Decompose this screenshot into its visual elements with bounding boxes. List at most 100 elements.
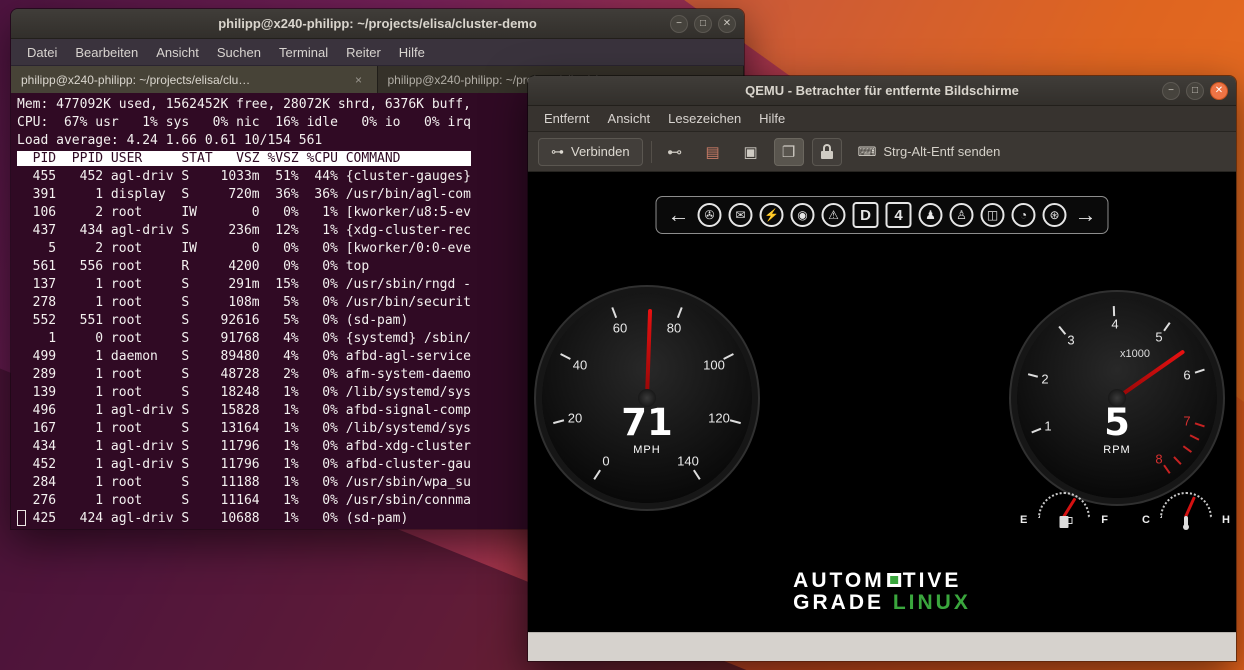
tab-label: philipp@x240-philipp: ~/projects/elisa/c… bbox=[21, 73, 345, 87]
temperature-gauge: C H bbox=[1138, 490, 1234, 528]
fuel-pump-icon bbox=[1060, 516, 1069, 528]
connect-icon: ⊶ bbox=[551, 144, 564, 160]
qemu-titlebar[interactable]: QEMU - Betrachter für entfernte Bildschi… bbox=[528, 76, 1236, 106]
qemu-window-controls: − □ ✕ bbox=[1162, 76, 1228, 105]
fuel-gauge: E F bbox=[1016, 490, 1112, 528]
message-icon[interactable]: ✉ bbox=[729, 203, 753, 227]
close-button[interactable]: ✕ bbox=[1210, 82, 1228, 100]
temp-cold-label: C bbox=[1142, 514, 1150, 526]
rpm-value: 5 bbox=[1017, 404, 1217, 441]
qemu-toolbar: ⊶ Verbinden ⊷ ▤ ▣ ❐ ⌨ Strg-Alt-Entf send… bbox=[528, 132, 1236, 172]
qemu-statusbar bbox=[528, 632, 1236, 662]
screenshot-button[interactable]: ▣ bbox=[736, 138, 766, 166]
connect-button[interactable]: ⊶ Verbinden bbox=[538, 138, 643, 166]
qemu-menu-item[interactable]: Lesezeichen bbox=[660, 108, 749, 129]
rpm-scale-note: x1000 bbox=[1120, 348, 1150, 360]
cluster-icon-bar: ← ✇ ✉ ⚡ ◉ ⚠ D4 ♟ ♙ ◫ ◔ ⊛ → bbox=[656, 196, 1109, 234]
displays-button[interactable]: ❐ bbox=[774, 138, 804, 166]
qemu-menu-item[interactable]: Entfernt bbox=[536, 108, 598, 129]
terminal-menu-item[interactable]: Ansicht bbox=[148, 42, 207, 63]
next-page-icon[interactable]: → bbox=[1074, 203, 1098, 227]
maximize-button[interactable]: □ bbox=[694, 15, 712, 33]
fuel-empty-label: E bbox=[1020, 514, 1027, 526]
agl-logo-text: TIVE bbox=[903, 569, 962, 592]
agl-logo-text-green: LINUX bbox=[893, 591, 971, 614]
rpm-tick-label: 6 bbox=[1183, 368, 1190, 383]
gear-drive-indicator[interactable]: D bbox=[853, 202, 879, 228]
minimize-button[interactable]: − bbox=[670, 15, 688, 33]
speed-tick-label: 60 bbox=[613, 321, 627, 336]
gauge-tick bbox=[1113, 306, 1115, 316]
agl-logo-text: GRADE bbox=[793, 591, 884, 614]
gauge-tick bbox=[611, 307, 617, 318]
thermometer-icon bbox=[1184, 516, 1188, 528]
speedometer-readout: 71 MPH bbox=[542, 404, 752, 456]
terminal-window-controls: − □ ✕ bbox=[670, 9, 736, 38]
gauge-tick bbox=[1058, 326, 1066, 335]
terminal-menu-item[interactable]: Reiter bbox=[338, 42, 389, 63]
terminal-menubar: DateiBearbeitenAnsichtSuchenTerminalReit… bbox=[11, 39, 744, 66]
gauge-tick-redline bbox=[1173, 456, 1181, 465]
terminal-window-title: philipp@x240-philipp: ~/projects/elisa/c… bbox=[218, 16, 537, 31]
remote-display[interactable]: ←✇✉⚡◉⚠D4♟♙◫◔⊛→ 0 20 40 60 80 100 120 140… bbox=[528, 172, 1236, 632]
disconnect-button[interactable]: ⊷ bbox=[660, 138, 690, 166]
terminal-menu-item[interactable]: Hilfe bbox=[391, 42, 433, 63]
terminal-menu-item[interactable]: Datei bbox=[19, 42, 65, 63]
qemu-menu-item[interactable]: Ansicht bbox=[600, 108, 659, 129]
gauge-tick bbox=[677, 307, 683, 318]
speed-limit-icon[interactable]: ◔ bbox=[1012, 203, 1036, 227]
parking-brake-icon[interactable]: ◉ bbox=[791, 203, 815, 227]
agl-logo-line1: AUTOMTIVE bbox=[793, 570, 971, 592]
terminal-menu-item[interactable]: Suchen bbox=[209, 42, 269, 63]
toolbar-separator bbox=[651, 141, 652, 163]
battery-icon[interactable]: ⚡ bbox=[760, 203, 784, 227]
lock-body bbox=[821, 151, 833, 159]
lane-assist-icon[interactable]: ⊛ bbox=[1043, 203, 1067, 227]
brake-warning-icon[interactable]: ⚠ bbox=[822, 203, 846, 227]
terminal-menu-item[interactable]: Bearbeiten bbox=[67, 42, 146, 63]
qemu-menubar: EntferntAnsichtLesezeichenHilfe bbox=[528, 106, 1236, 132]
gauge-tick bbox=[1195, 369, 1205, 374]
tab-close-icon[interactable]: × bbox=[351, 73, 367, 87]
rpm-tick-label: 4 bbox=[1111, 317, 1118, 332]
car-status-icon[interactable]: ✇ bbox=[698, 203, 722, 227]
terminal-cursor bbox=[17, 510, 26, 526]
speedometer-gauge: 0 20 40 60 80 100 120 140 71 MPH bbox=[542, 293, 752, 503]
gauge-tick-redline bbox=[1163, 465, 1170, 474]
qemu-viewer-window: QEMU - Betrachter für entfernte Bildschi… bbox=[527, 75, 1237, 662]
terminal-menu-item[interactable]: Terminal bbox=[271, 42, 336, 63]
speed-tick-label: 80 bbox=[667, 321, 681, 336]
passenger-icon[interactable]: ♙ bbox=[950, 203, 974, 227]
gear-number-indicator[interactable]: 4 bbox=[886, 202, 912, 228]
qemu-menu-item[interactable]: Hilfe bbox=[751, 108, 793, 129]
maximize-button[interactable]: □ bbox=[1186, 82, 1204, 100]
tachometer-readout: 5 RPM bbox=[1017, 404, 1217, 456]
send-ctrl-alt-del-button[interactable]: ⌨ Strg-Alt-Entf senden bbox=[858, 144, 1001, 160]
thermometer-bulb bbox=[1183, 524, 1189, 530]
door-ajar-icon[interactable]: ◫ bbox=[981, 203, 1005, 227]
rpm-unit: RPM bbox=[1017, 444, 1217, 456]
agl-logo-line2: GRADE LINUX bbox=[793, 592, 971, 614]
gauge-tick bbox=[560, 353, 571, 360]
agl-logo-mark-icon bbox=[887, 573, 901, 587]
agl-logo: AUTOMTIVE GRADE LINUX bbox=[793, 570, 971, 614]
rpm-tick-label: 2 bbox=[1041, 372, 1048, 387]
usb-redirect-button[interactable]: ▤ bbox=[698, 138, 728, 166]
minimize-button[interactable]: − bbox=[1162, 82, 1180, 100]
terminal-tab[interactable]: philipp@x240-philipp: ~/projects/elisa/c… bbox=[11, 66, 378, 93]
gauge-tick bbox=[593, 470, 601, 480]
gauge-tick bbox=[693, 470, 701, 480]
fuel-full-label: F bbox=[1101, 514, 1108, 526]
speed-tick-label: 100 bbox=[703, 358, 725, 373]
child-seat-icon[interactable]: ♟ bbox=[919, 203, 943, 227]
lock-button[interactable] bbox=[812, 138, 842, 166]
gauge-tick bbox=[1163, 322, 1170, 331]
send-ctrl-alt-del-label: Strg-Alt-Entf senden bbox=[883, 144, 1000, 159]
fuel-pump-nozzle bbox=[1069, 517, 1073, 524]
rpm-tick-label: 3 bbox=[1067, 333, 1074, 348]
close-button[interactable]: ✕ bbox=[718, 15, 736, 33]
lock-icon bbox=[821, 144, 833, 159]
prev-page-icon[interactable]: ← bbox=[667, 203, 691, 227]
tachometer-gauge: 1 2 3 4 5 6 7 8 x1000 5 RPM bbox=[1017, 298, 1217, 498]
terminal-titlebar[interactable]: philipp@x240-philipp: ~/projects/elisa/c… bbox=[11, 9, 744, 39]
